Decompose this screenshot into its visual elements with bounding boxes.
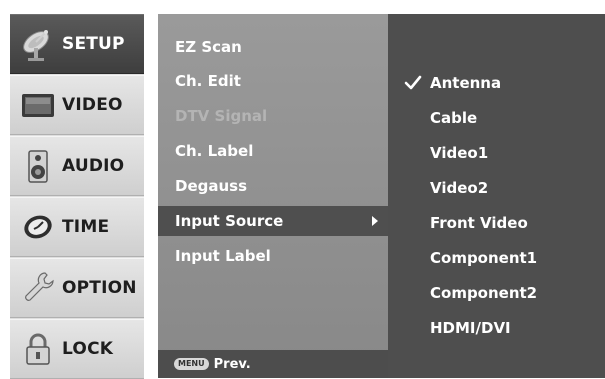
option-label: Cable — [430, 109, 478, 127]
option-video1[interactable]: Video1 — [388, 138, 605, 168]
padlock-icon — [16, 327, 60, 371]
option-cable[interactable]: Cable — [388, 103, 605, 133]
sidebar-item-label: VIDEO — [62, 95, 123, 115]
menu-item-ch-label[interactable]: Ch. Label — [158, 136, 388, 166]
option-label: Antenna — [430, 74, 502, 92]
speaker-icon — [16, 144, 60, 188]
sidebar-item-time[interactable]: TIME — [10, 197, 144, 257]
option-component2[interactable]: Component2 — [388, 278, 605, 308]
option-front-video[interactable]: Front Video — [388, 208, 605, 238]
clock-icon — [16, 205, 60, 249]
menu-item-degauss[interactable]: Degauss — [158, 171, 388, 201]
sidebar-item-audio[interactable]: AUDIO — [10, 136, 144, 196]
menu-item-label: Input Source — [175, 212, 284, 230]
sidebar-item-lock[interactable]: LOCK — [10, 319, 144, 379]
option-video2[interactable]: Video2 — [388, 173, 605, 203]
option-label: Video1 — [430, 144, 489, 162]
option-component1[interactable]: Component1 — [388, 243, 605, 273]
menu-item-dtv-signal: DTV Signal — [175, 107, 268, 125]
option-hdmi-dvi[interactable]: HDMI/DVI — [388, 313, 605, 343]
prev-hint[interactable]: Prev. — [214, 357, 251, 372]
sidebar-item-option[interactable]: OPTION — [10, 258, 144, 318]
option-label: Component2 — [430, 284, 538, 302]
sidebar-item-video[interactable]: VIDEO — [10, 75, 144, 135]
wrench-icon — [16, 266, 60, 310]
sidebar-item-label: LOCK — [62, 339, 114, 359]
submenu-arrow-icon — [372, 216, 378, 226]
menu-item-ch-edit[interactable]: Ch. Edit — [158, 66, 388, 96]
satellite-dish-icon — [16, 22, 60, 66]
category-sidebar: SETUP VIDEO AUDIO TIME OPTION LOCK — [10, 14, 144, 379]
menu-footer: MENU Prev. — [158, 350, 388, 378]
input-source-options-panel: Antenna Cable Video1 Video2 Front Video … — [388, 14, 605, 378]
setup-menu-panel: EZ Scan Ch. Edit DTV Signal Ch. Label De… — [158, 14, 388, 378]
option-antenna[interactable]: Antenna — [388, 68, 605, 98]
option-label: Video2 — [430, 179, 489, 197]
option-label: Front Video — [430, 214, 528, 232]
option-label: HDMI/DVI — [430, 319, 511, 337]
sidebar-item-label: SETUP — [62, 34, 125, 54]
menu-item-ez-scan[interactable]: EZ Scan — [158, 32, 388, 62]
checkmark-icon — [404, 75, 422, 90]
option-label: Component1 — [430, 249, 538, 267]
sidebar-item-label: TIME — [62, 217, 110, 237]
sidebar-item-label: AUDIO — [62, 156, 125, 176]
sidebar-item-setup[interactable]: SETUP — [10, 14, 144, 74]
menu-item-input-source[interactable]: Input Source — [158, 206, 388, 236]
sidebar-item-label: OPTION — [62, 278, 137, 298]
monitor-icon — [16, 83, 60, 127]
menu-button-icon: MENU — [174, 358, 209, 370]
menu-item-input-label[interactable]: Input Label — [158, 241, 388, 271]
